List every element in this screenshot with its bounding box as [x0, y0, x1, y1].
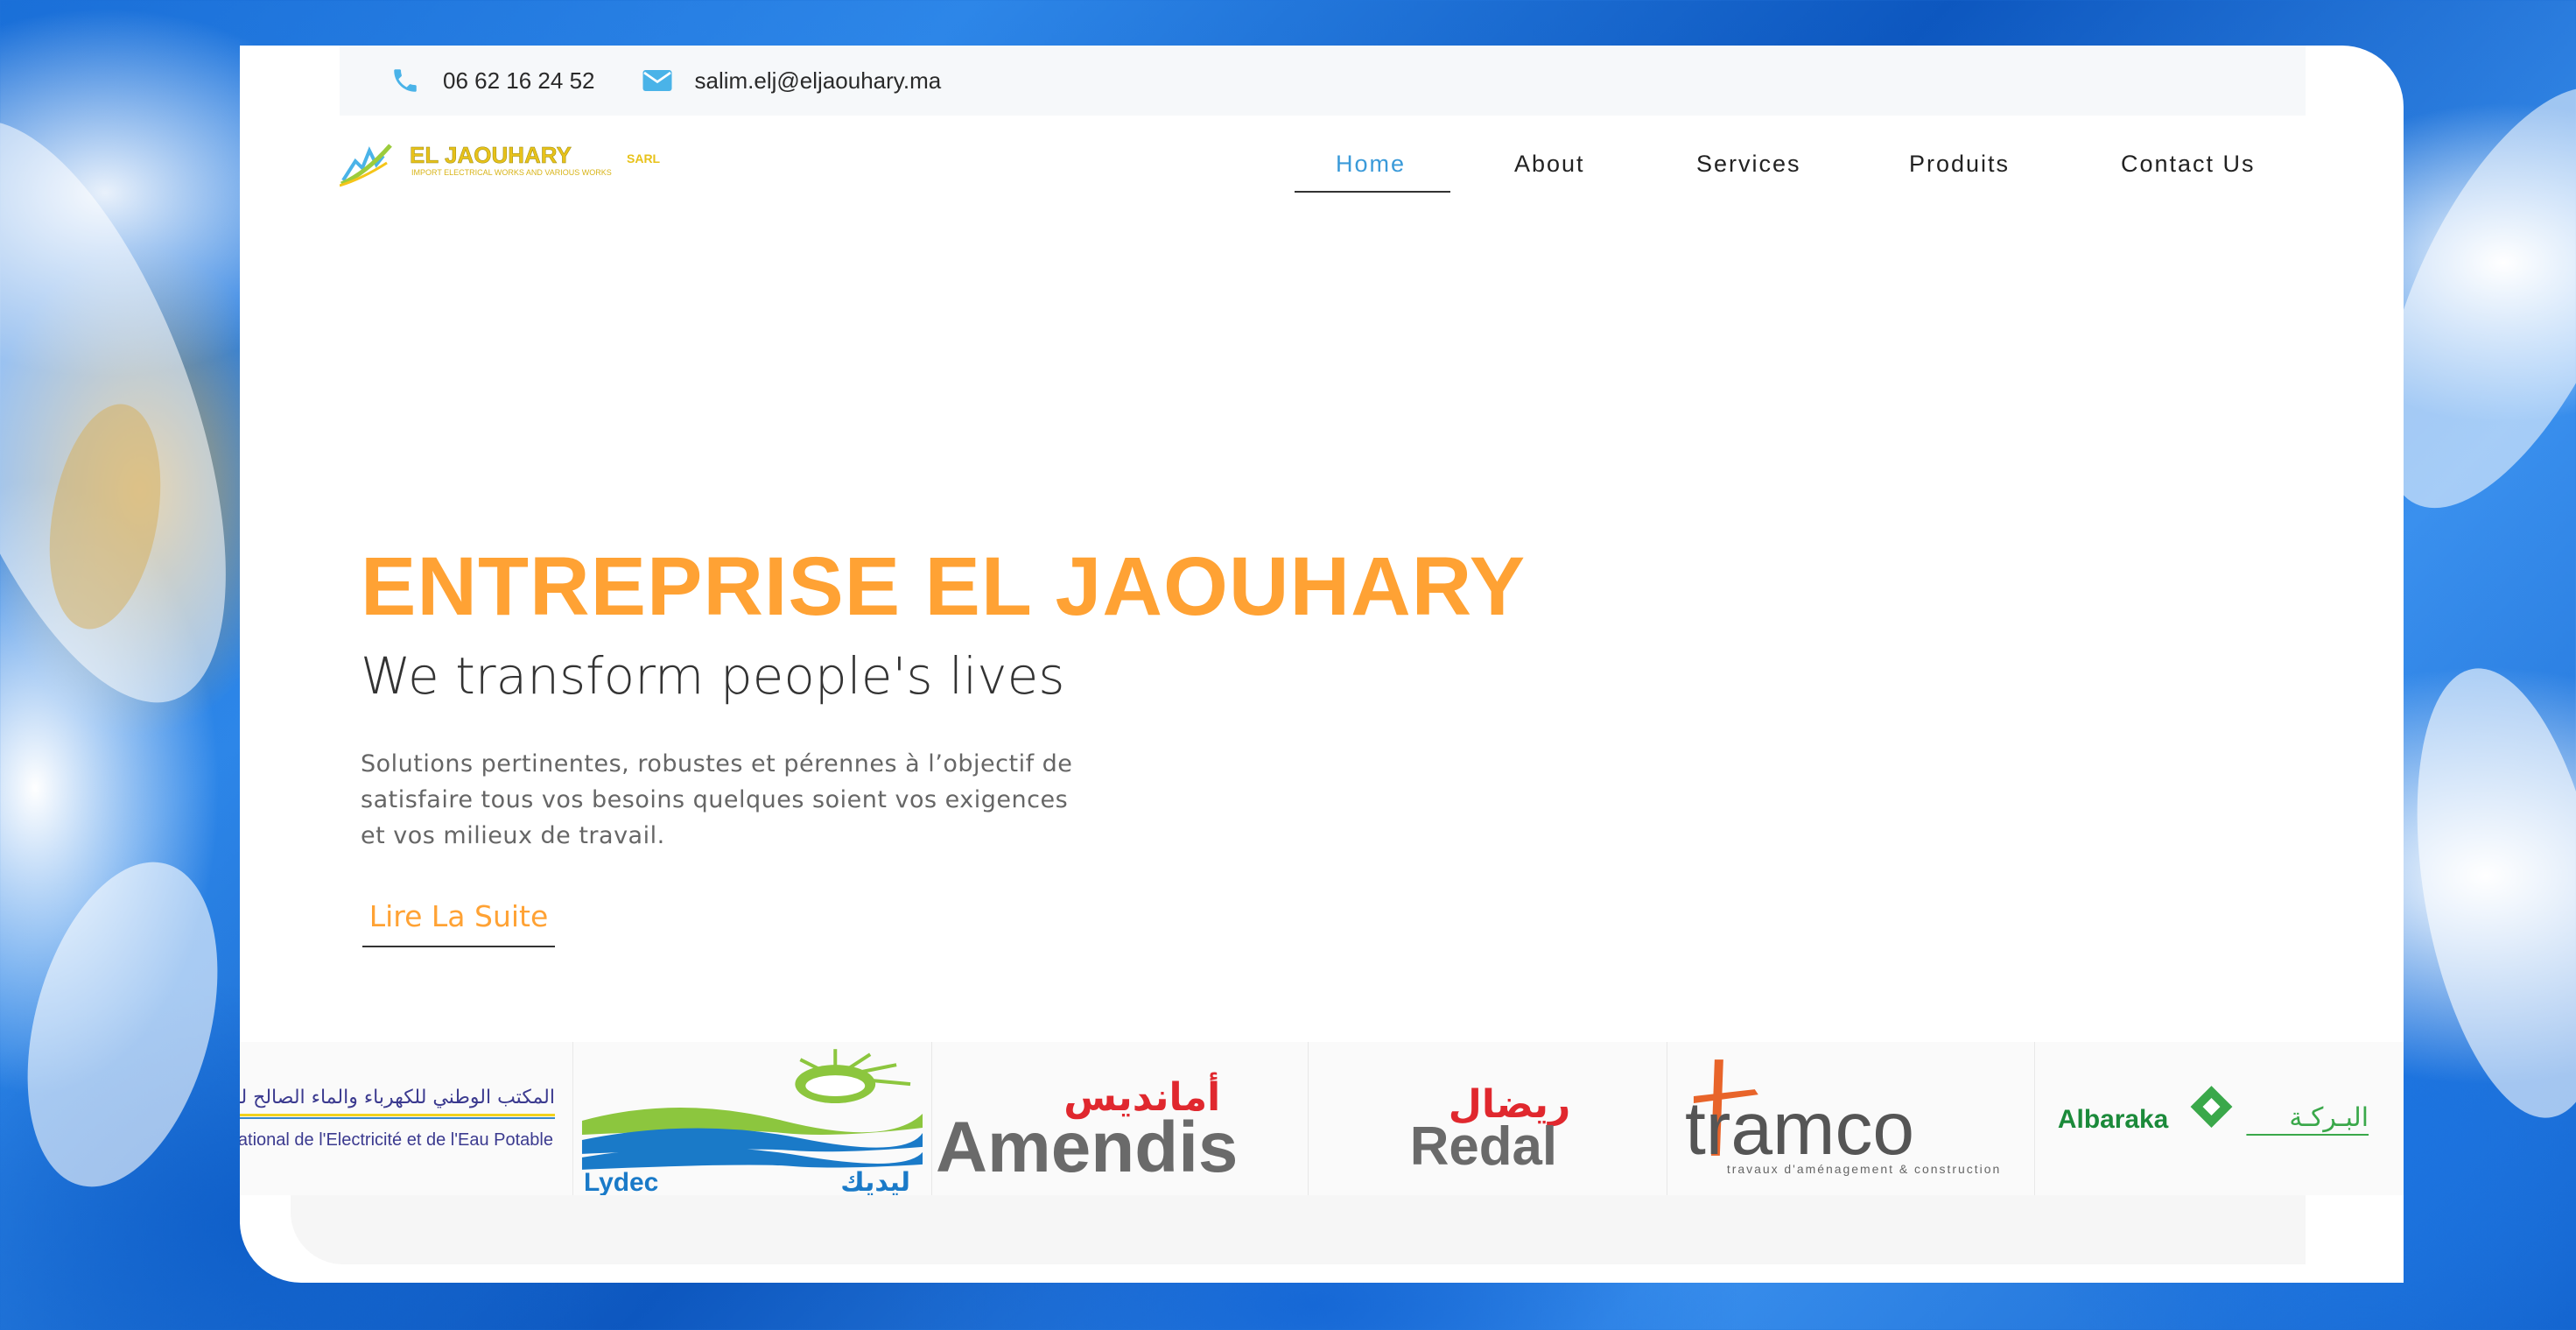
hero-title: ENTREPRISE EL JAOUHARY	[361, 540, 1527, 633]
nav-produits[interactable]: Produits	[1909, 151, 2010, 178]
partner-logo-albaraka: Albaraka البـركـة	[2034, 1042, 2395, 1195]
contact-bar: 06 62 16 24 52 salim.elj@eljaouhary.ma	[340, 46, 2306, 116]
lydec-name: Lydec	[584, 1168, 658, 1195]
phone-number: 06 62 16 24 52	[443, 67, 595, 94]
amendis-name: Amendis	[936, 1108, 1238, 1187]
nav-services[interactable]: Services	[1696, 151, 1801, 178]
partner-logo-onee: المكتب الوطني للكهرباء والماء الصالح للش…	[240, 1042, 572, 1195]
email-contact[interactable]: salim.elj@eljaouhary.ma	[641, 64, 942, 97]
tramco-name: tramco	[1685, 1087, 1914, 1171]
partner-logo-lydec: Lydec ليديك	[572, 1042, 931, 1195]
partner-logo-tramco: tramco travaux d'aménagement & construct…	[1667, 1042, 2034, 1195]
hero-description-line: Solutions pertinentes, robustes et péren…	[361, 750, 1073, 778]
partners-strip: المكتب الوطني للكهرباء والماء الصالح للش…	[240, 1042, 2404, 1195]
onee-text: National de l'Electricité et de l'Eau Po…	[240, 1130, 553, 1150]
nav-home[interactable]: Home	[1336, 151, 1406, 178]
albaraka-arabic: البـركـة	[2289, 1102, 2369, 1133]
redal-name: Redal	[1410, 1116, 1557, 1177]
hero-description-line: satisfaire tous vos besoins quelques soi…	[361, 786, 1069, 813]
bg-decoration	[2386, 653, 2576, 1133]
bg-decoration	[0, 841, 250, 1208]
card-footer-strip	[291, 1193, 2306, 1264]
nav-contact-us[interactable]: Contact Us	[2121, 151, 2256, 178]
phone-icon	[389, 64, 422, 97]
partner-logo-amendis: أمانديس Amendis	[931, 1042, 1308, 1195]
hero-description-line: et vos milieux de travail.	[361, 822, 665, 849]
read-more-button[interactable]: Lire La Suite	[362, 895, 555, 947]
bg-decoration	[33, 395, 177, 638]
mail-icon	[641, 64, 674, 97]
email-address: salim.elj@eljaouhary.ma	[694, 67, 942, 94]
onee-arabic: المكتب الوطني للكهرباء والماء الصالح للش…	[240, 1087, 555, 1108]
nav-active-indicator	[1295, 191, 1450, 193]
lydec-arabic: ليديك	[840, 1167, 910, 1195]
hero-subtitle: We transform people's lives	[361, 646, 1065, 706]
main-nav: Home About Services Produits Contact Us	[0, 131, 2576, 201]
albaraka-name: Albaraka	[2058, 1105, 2169, 1134]
phone-contact[interactable]: 06 62 16 24 52	[389, 64, 595, 97]
partner-logo-redal: ريضال Redal	[1308, 1042, 1667, 1195]
nav-about[interactable]: About	[1514, 151, 1585, 178]
hero-description: Solutions pertinentes, robustes et péren…	[361, 746, 1096, 854]
tramco-tagline: travaux d'aménagement & construction	[1727, 1162, 2001, 1176]
